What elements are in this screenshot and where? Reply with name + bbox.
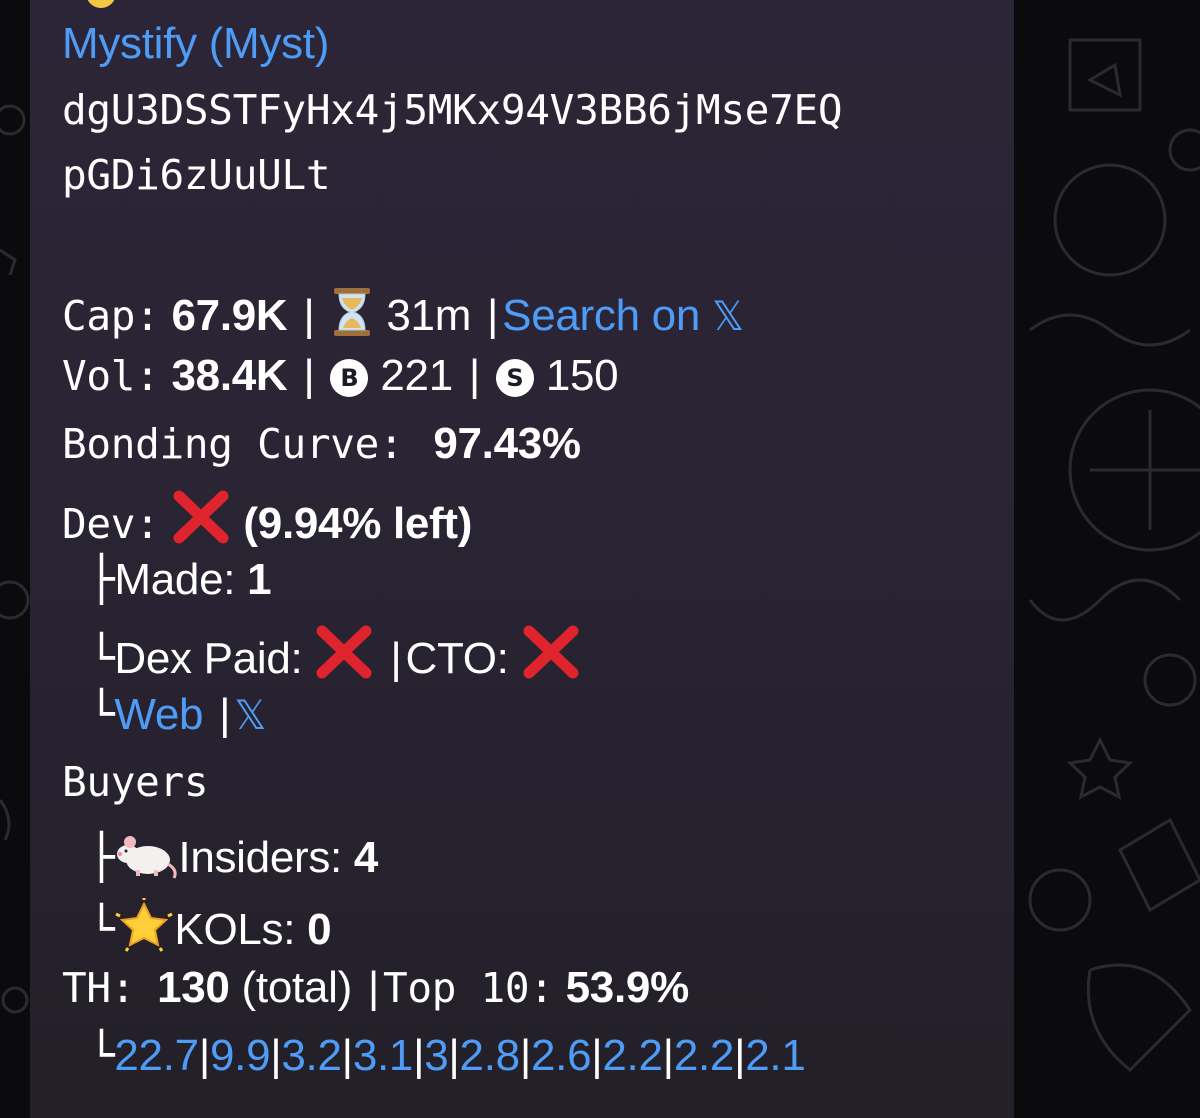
percent-separator: | <box>662 1031 674 1080</box>
holder-percent-link[interactable]: 9.9 <box>210 1031 271 1080</box>
percent-separator: | <box>734 1031 746 1080</box>
message-bubble: Mystify (Myst) dgU3DSSTFyHx4j5MKx94V3BB6… <box>30 0 1014 1118</box>
token-age: 31m <box>386 291 472 340</box>
cap-row: Cap: 67.9K | 31m |Search on 𝕏 <box>62 286 744 338</box>
contract-address-line-1[interactable]: dgU3DSSTFyHx4j5MKx94V3BB6jMse7EQ <box>62 90 843 131</box>
contract-address-line-2[interactable]: pGDi6zUuULt <box>62 155 331 196</box>
vol-value: 38.4K <box>171 351 288 400</box>
th-value: 130 <box>157 963 230 1012</box>
cto-label: CTO: <box>405 634 509 683</box>
holder-percent-link[interactable]: 2.8 <box>460 1031 521 1080</box>
insiders-label: Insiders: <box>178 833 342 882</box>
dev-row: Dev: (9.94% left) <box>62 490 472 546</box>
percent-separator: | <box>591 1031 603 1080</box>
holder-percent-link[interactable]: 2.1 <box>745 1031 806 1080</box>
bonding-curve-row: Bonding Curve: 97.43% <box>62 422 581 466</box>
address-part-1[interactable]: dgU3DSSTFyHx4j5MKx94V3BB6jMse7EQ <box>62 86 843 134</box>
x-link-icon[interactable]: 𝕏 <box>234 693 266 739</box>
holder-percent-link[interactable]: 3.1 <box>353 1031 414 1080</box>
percent-separator: | <box>198 1031 210 1080</box>
bonding-value: 97.43% <box>433 419 581 468</box>
percent-separator: | <box>413 1031 425 1080</box>
vol-label: Vol: <box>62 352 160 400</box>
made-label: Made: <box>114 555 236 604</box>
insiders-row: ├ Insiders: 4 <box>62 832 379 883</box>
holder-percent-link[interactable]: 3 <box>424 1031 448 1080</box>
cap-value: 67.9K <box>171 291 288 340</box>
holder-percent-link[interactable]: 2.2 <box>602 1031 663 1080</box>
kols-row: └ KOLs: 0 <box>62 898 332 954</box>
red-x-icon <box>523 625 579 679</box>
x-logo-icon[interactable]: 𝕏 <box>712 294 744 340</box>
insiders-value: 4 <box>353 833 379 882</box>
search-on-x-link[interactable]: Search on 𝕏 <box>502 291 744 340</box>
percent-separator: | <box>270 1031 282 1080</box>
dev-label: Dev: <box>62 500 160 548</box>
volume-row: Vol: 38.4K | B 221 | S 150 <box>62 351 619 400</box>
percent-separator: | <box>341 1031 353 1080</box>
holder-percent-link[interactable]: 3.2 <box>281 1031 342 1080</box>
holder-percent-link[interactable]: 22.7 <box>114 1031 199 1080</box>
buys-icon: B <box>330 359 369 397</box>
top-holder-percents: 22.7|9.9|3.2|3.1|3|2.8|2.6|2.2|2.2|2.1 <box>114 1031 805 1080</box>
sells-count: 150 <box>545 351 619 400</box>
top10-value: 53.9% <box>565 963 690 1012</box>
top-emoji-partial <box>86 0 116 8</box>
made-value: 1 <box>247 555 272 604</box>
rat-icon <box>117 836 178 879</box>
links-row: └Web | 𝕏 <box>62 689 267 740</box>
web-link[interactable]: Web <box>114 690 203 739</box>
th-suffix: (total) <box>241 963 353 1012</box>
cap-label: Cap: <box>62 292 160 340</box>
dex-paid-row: └Dex Paid: |CTO: <box>62 625 581 681</box>
top10-label: Top 10: <box>383 964 554 1012</box>
red-x-icon <box>173 490 229 544</box>
percent-separator: | <box>448 1031 460 1080</box>
dev-left-percent: (9.94% left) <box>243 499 473 548</box>
holder-percent-link[interactable]: 2.6 <box>531 1031 592 1080</box>
buyers-heading: Buyers <box>62 762 209 803</box>
sells-icon: S <box>495 359 534 397</box>
holders-row: TH: 130 (total) |Top 10: 53.9% <box>62 963 690 1012</box>
buys-count: 221 <box>380 351 453 400</box>
glowing-star-icon <box>115 898 174 952</box>
red-x-icon <box>316 625 372 679</box>
kols-value: 0 <box>307 905 332 954</box>
address-part-2[interactable]: pGDi6zUuULt <box>62 151 331 199</box>
bonding-label: Bonding Curve: <box>62 420 404 468</box>
hourglass-icon <box>334 288 371 336</box>
top-holders-row: └22.7|9.9|3.2|3.1|3|2.8|2.6|2.2|2.2|2.1 <box>62 1030 806 1081</box>
search-link-text[interactable]: Search on <box>502 291 700 340</box>
holder-percent-link[interactable]: 2.2 <box>674 1031 735 1080</box>
token-name-link[interactable]: Mystify (Myst) <box>62 22 329 66</box>
percent-separator: | <box>519 1031 531 1080</box>
dev-made-row: ├Made: 1 <box>62 554 272 605</box>
th-label: TH: <box>62 964 136 1012</box>
buyers-title: Buyers <box>62 758 209 806</box>
dex-paid-label: Dex Paid: <box>114 634 303 683</box>
token-name[interactable]: Mystify (Myst) <box>62 19 329 68</box>
kols-label: KOLs: <box>174 905 296 954</box>
